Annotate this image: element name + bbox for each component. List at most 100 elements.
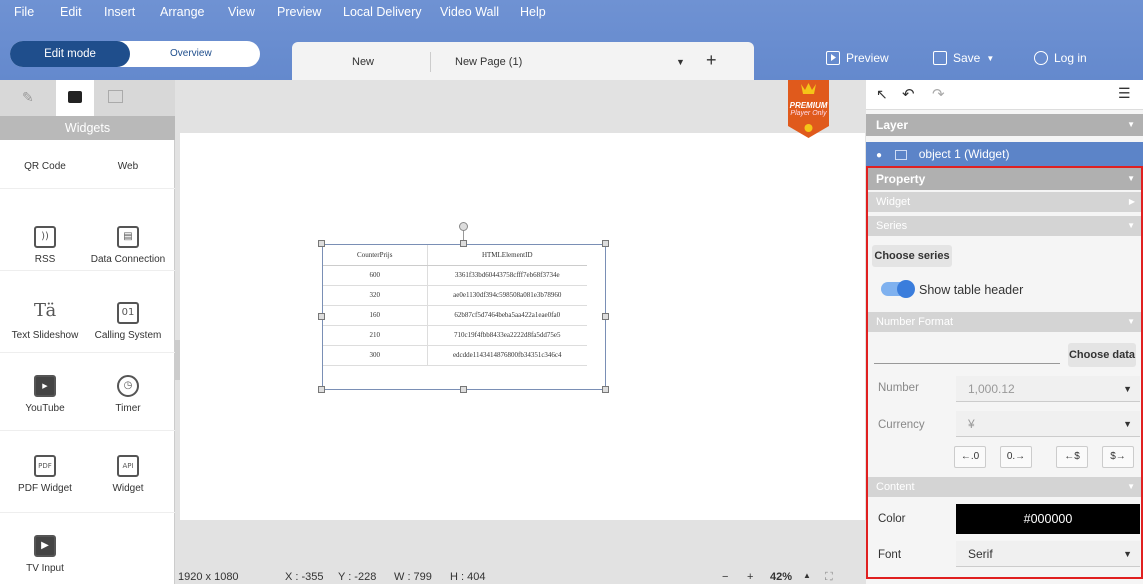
eye-icon[interactable]: ● [876, 150, 882, 161]
resize-handle[interactable] [602, 386, 609, 393]
table-cell: 600 [323, 265, 428, 286]
widget-tv-input[interactable]: ▶ TV Input [5, 535, 85, 574]
fullscreen-icon[interactable]: ⛶ [825, 571, 833, 584]
menu-edit[interactable]: Edit [60, 5, 82, 19]
resize-handle[interactable] [602, 240, 609, 247]
number-format-label: Number Format [876, 316, 954, 328]
user-icon [1034, 51, 1048, 65]
divider [0, 430, 175, 431]
property-section-title[interactable]: Property ▼ [866, 168, 1143, 190]
undo-icon[interactable]: ↶ [902, 85, 915, 103]
data-table: CounterPrijs HTMLElementID 600 3361f33bd6… [323, 245, 587, 366]
menu-preview[interactable]: Preview [277, 5, 321, 19]
number-select[interactable]: 1,000.12 ▼ [956, 376, 1140, 402]
widget-rss[interactable]: )) RSS [5, 226, 85, 265]
widget-label: QR Code [24, 161, 66, 172]
pdf-icon: PDF [34, 455, 56, 477]
show-header-label: Show table header [919, 283, 1024, 297]
rotate-handle[interactable] [459, 222, 468, 231]
layout-icon[interactable] [108, 90, 123, 103]
color-swatch[interactable]: #000000 [956, 504, 1140, 534]
currency-select[interactable]: ¥ ▼ [956, 411, 1140, 437]
menu-help[interactable]: Help [520, 5, 546, 19]
widget-subsection[interactable]: Widget ▶ [866, 192, 1143, 212]
tab-divider [430, 52, 431, 72]
widget-data-connection[interactable]: ▤ Data Connection [88, 226, 168, 265]
pencil-icon[interactable]: ✎ [22, 89, 34, 106]
menu-file[interactable]: File [14, 5, 34, 19]
table-cell: 320 [323, 285, 428, 306]
tab-new[interactable]: New [352, 56, 374, 68]
widget-label: Text Slideshow [11, 330, 79, 341]
choose-series-button[interactable]: Choose series [872, 245, 952, 267]
table-cell: ae0e1130df394c598508a081e3b78960 [427, 285, 587, 306]
divider [0, 352, 175, 353]
series-subsection[interactable]: Series ▼ [866, 216, 1143, 236]
widget-timer[interactable]: ◷ Timer [88, 375, 168, 414]
select-pointer-icon[interactable]: ↖ [876, 86, 888, 103]
currency-right-button[interactable]: $→ [1102, 446, 1134, 468]
widget-youtube[interactable]: ▶ YouTube [5, 375, 85, 414]
widget-label: Data Connection [90, 254, 166, 265]
widget-text-slideshow[interactable]: Tä Text Slideshow [5, 302, 85, 342]
overview-button[interactable]: Overview [170, 41, 212, 67]
resize-handle[interactable] [460, 240, 467, 247]
briefcase-icon [68, 91, 82, 103]
resize-handle[interactable] [602, 313, 609, 320]
show-header-toggle[interactable] [881, 280, 915, 298]
youtube-icon: ▶ [34, 375, 56, 397]
widget-web[interactable]: Web [88, 161, 168, 172]
rotate-stem [463, 230, 464, 240]
divider [0, 512, 175, 513]
data-field-underline[interactable] [874, 363, 1060, 364]
table-widget[interactable]: CounterPrijs HTMLElementID 600 3361f33bd6… [322, 244, 606, 390]
table-row: 160 62b87cf5d7464beba5aa422a1eae0fa0 [323, 305, 587, 326]
caret-down-icon: ▼ [1127, 221, 1135, 230]
login-button[interactable]: Log in [1034, 51, 1087, 65]
align-icon[interactable]: ☰ [1118, 85, 1131, 102]
layer-title-text: Layer [876, 118, 909, 132]
page-tab-strip: New New Page (1) ▼ + [292, 42, 754, 80]
menu-view[interactable]: View [228, 5, 255, 19]
widget-api[interactable]: API Widget [88, 455, 168, 494]
timer-icon: ◷ [117, 375, 139, 397]
save-button[interactable]: Save ▼ [933, 51, 994, 65]
canvas-resolution: 1920 x 1080 [178, 571, 239, 583]
widget-pdf[interactable]: PDF PDF Widget [5, 455, 85, 494]
mode-toggle[interactable]: Edit mode Overview [10, 41, 260, 67]
add-tab-icon[interactable]: + [706, 50, 717, 71]
zoom-in-button[interactable]: + [747, 571, 753, 583]
resize-handle[interactable] [460, 386, 467, 393]
font-select[interactable]: Serif ▼ [956, 541, 1140, 567]
resize-handle[interactable] [318, 386, 325, 393]
widget-label: YouTube [25, 403, 65, 414]
currency-left-button[interactable]: ←$ [1056, 446, 1088, 468]
content-subsection[interactable]: Content ▼ [866, 477, 1143, 497]
zoom-up-icon[interactable]: ▲ [803, 571, 811, 580]
menu-video-wall[interactable]: Video Wall [440, 5, 499, 19]
redo-icon[interactable]: ↷ [932, 85, 945, 103]
edit-mode-button[interactable]: Edit mode [10, 41, 130, 67]
tab-new-page[interactable]: New Page (1) [455, 56, 522, 68]
menu-local-delivery[interactable]: Local Delivery [343, 5, 422, 19]
app-header: File Edit Insert Arrange View Preview Lo… [0, 0, 1143, 80]
widget-qr-code[interactable]: QR Code [5, 161, 85, 172]
number-format-subsection[interactable]: Number Format ▼ [866, 312, 1143, 332]
resize-handle[interactable] [318, 313, 325, 320]
layer-item[interactable]: ● object 1 (Widget) [866, 142, 1143, 166]
panel-tabs: ✎ [0, 80, 175, 116]
tab-widgets[interactable] [56, 80, 94, 116]
resize-handle[interactable] [318, 240, 325, 247]
menu-insert[interactable]: Insert [104, 5, 135, 19]
widget-calling-system[interactable]: 01 Calling System [88, 302, 168, 341]
decrease-decimal-button[interactable]: ←.0 [954, 446, 986, 468]
login-label: Log in [1054, 51, 1087, 65]
increase-decimal-button[interactable]: 0.→ [1000, 446, 1032, 468]
menu-arrange[interactable]: Arrange [160, 5, 204, 19]
preview-button[interactable]: Preview [826, 51, 889, 65]
tab-dropdown-icon[interactable]: ▼ [676, 57, 685, 67]
choose-data-button[interactable]: Choose data [1068, 343, 1136, 367]
divider [0, 188, 175, 189]
zoom-out-button[interactable]: − [722, 571, 728, 583]
layer-section-title[interactable]: Layer ▼ [866, 114, 1143, 136]
